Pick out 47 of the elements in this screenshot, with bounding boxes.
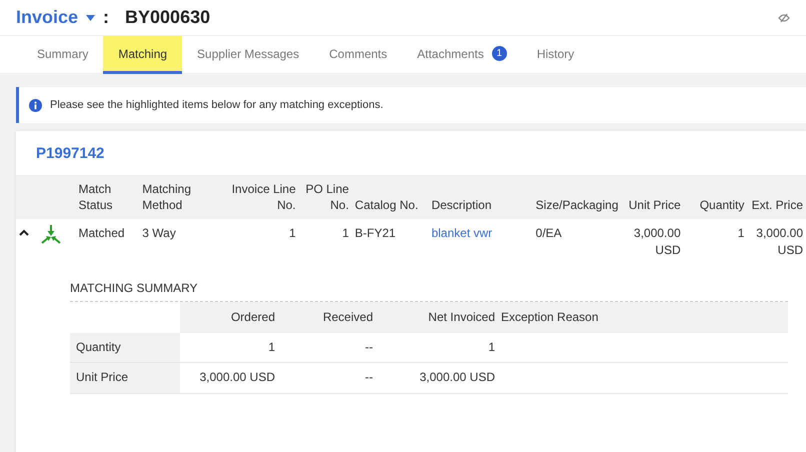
tab[interactable]: History (522, 36, 590, 74)
table-cell: Matched (78, 226, 125, 240)
separator: : (103, 6, 110, 29)
po-number-link[interactable]: P1997142 (16, 131, 806, 174)
merge-arrows-icon (40, 225, 62, 246)
table-cell: -- (278, 333, 376, 363)
table-cell: B-FY21 (354, 226, 396, 240)
column-header: Ordered (180, 302, 278, 334)
tab[interactable]: Comments (314, 36, 402, 74)
table-cell: 1 (342, 226, 349, 240)
column-header: Matching Method (139, 174, 226, 220)
column-header: Quantity (684, 174, 748, 220)
column-header: Description (428, 174, 533, 220)
document-type-link[interactable]: Invoice (16, 4, 78, 31)
column-header: Unit Price (618, 174, 684, 220)
table-cell: 1 (738, 226, 744, 240)
table-cell: 1 (289, 226, 296, 240)
column-header: PO Line No. (298, 174, 352, 220)
table-cell: -- (278, 362, 376, 394)
invoice-number: BY000630 (125, 6, 210, 29)
tab[interactable]: Matching (103, 36, 182, 74)
column-header: Catalog No. (352, 174, 428, 220)
column-header: Net Invoiced (376, 302, 498, 334)
row-label: Quantity (70, 333, 180, 363)
column-header: Ext. Price (747, 174, 806, 220)
column-header: Received (278, 302, 376, 334)
table-cell: 3,000.00 USD (634, 226, 681, 258)
table-cell: 3,000.00 USD (376, 362, 498, 394)
info-icon (29, 98, 42, 112)
item-link[interactable]: blanket vwr (431, 226, 492, 240)
alert-message: Please see the highlighted items below for any matching exceptions. (50, 98, 384, 113)
table-cell: 3,000.00 USD (756, 226, 803, 258)
table-cell: 1 (180, 333, 278, 363)
tab[interactable]: Supplier Messages (182, 36, 314, 74)
caret-icon[interactable] (86, 14, 96, 20)
visibility-icon[interactable] (778, 12, 790, 22)
column-header: Invoice Line No. (226, 174, 299, 220)
column-header: Exception Reason (498, 302, 788, 334)
table-cell: 0/EA (536, 226, 562, 240)
tab[interactable]: Summary (22, 36, 104, 74)
column-header: Size/Packaging (532, 174, 618, 220)
table-cell: 3,000.00 USD (180, 362, 278, 394)
table-cell: 1 (376, 333, 498, 363)
column-header: Match Status (76, 174, 140, 220)
count-badge: 1 (492, 46, 507, 61)
row-label: Unit Price (70, 362, 180, 394)
table-cell: 3 Way (142, 226, 176, 240)
